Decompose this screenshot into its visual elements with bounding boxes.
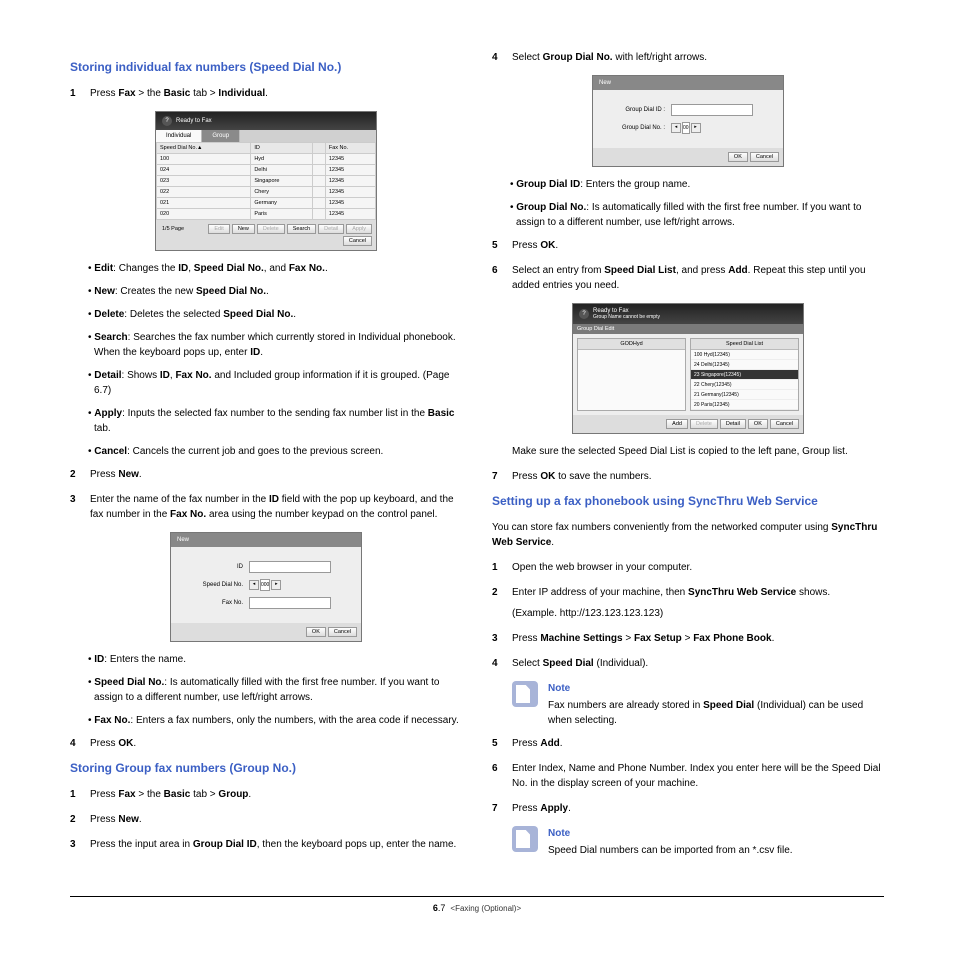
tab-individual: Individual — [156, 130, 202, 142]
delete-button: Delete — [257, 224, 285, 234]
step-text: Open the web browser in your computer. — [512, 560, 884, 575]
right-arrow-icon: ▸ — [271, 580, 281, 590]
table-row: 023Singapore12345 — [157, 176, 376, 187]
note-block: NoteSpeed Dial numbers can be imported f… — [512, 826, 884, 858]
bullet-list: Edit: Changes the ID, Speed Dial No., an… — [88, 261, 462, 459]
cancel-button: Cancel — [770, 419, 799, 429]
help-icon: ? — [162, 116, 172, 126]
step-text: Press the input area in Group Dial ID, t… — [90, 837, 462, 852]
list-item: 100 Hyd(12345) — [691, 350, 798, 360]
screenshot-speed-dial-table: ?Ready to Fax Individual Group Speed Dia… — [155, 111, 377, 251]
list-item: 24 Delhi(12345) — [691, 360, 798, 370]
list-item: 22 Chery(12345) — [691, 380, 798, 390]
cancel-button: Cancel — [328, 627, 357, 637]
apply-button: Apply — [346, 224, 372, 234]
step-number: 2 — [492, 585, 512, 621]
detail-button: Detail — [318, 224, 344, 234]
step-number: 7 — [492, 801, 512, 816]
table-row: 021Germany12345 — [157, 198, 376, 209]
step-text: Press New. — [90, 467, 462, 482]
step-text: Press OK. — [90, 736, 462, 751]
step-text: Press Add. — [512, 736, 884, 751]
step-text: Press New. — [90, 812, 462, 827]
group-list-pane: GODHyd — [577, 338, 686, 411]
detail-button: Detail — [720, 419, 746, 429]
step-note: Make sure the selected Speed Dial List i… — [512, 444, 884, 459]
group-id-input — [671, 104, 753, 116]
step-text: Press Machine Settings > Fax Setup > Fax… — [512, 631, 884, 646]
table-row: 020Paris12345 — [157, 209, 376, 220]
delete-button: Delete — [690, 419, 718, 429]
step-number: 3 — [492, 631, 512, 646]
left-arrow-icon: ◂ — [671, 123, 681, 133]
table-row: 100Hyd12345 — [157, 154, 376, 165]
list-item: 21 Germany(12345) — [691, 390, 798, 400]
note-block: NoteFax numbers are already stored in Sp… — [512, 681, 884, 728]
step-number: 2 — [70, 467, 90, 482]
step-number: 2 — [70, 812, 90, 827]
note-icon — [512, 681, 538, 707]
step-text: Select Speed Dial (Individual). — [512, 656, 884, 671]
new-button: New — [232, 224, 255, 234]
screenshot-group-new: New Group Dial ID : Group Dial No. : ◂00… — [592, 75, 784, 167]
page-footer: 6.7 <Faxing (Optional)> — [70, 896, 884, 913]
step-text: Press OK to save the numbers. — [512, 469, 884, 484]
step-number: 7 — [492, 469, 512, 484]
screenshot-group-edit: ? Ready to FaxGroup Name cannot be empty… — [572, 303, 804, 434]
ok-button: OK — [306, 627, 326, 637]
screenshot-new-entry: New ID Speed Dial No. ◂000▸ Fax No. OKCa… — [170, 532, 362, 642]
step-text: Select Group Dial No. with left/right ar… — [512, 50, 884, 65]
step-number: 1 — [70, 787, 90, 802]
heading-speed-dial: Storing individual fax numbers (Speed Di… — [70, 60, 462, 74]
step-number: 1 — [492, 560, 512, 575]
faxno-input — [249, 597, 331, 609]
cancel-button: Cancel — [343, 236, 372, 246]
left-arrow-icon: ◂ — [249, 580, 259, 590]
step-text: Press Fax > the Basic tab > Group. — [90, 787, 462, 802]
step-number: 3 — [70, 837, 90, 852]
intro-text: You can store fax numbers conveniently f… — [492, 520, 884, 550]
help-icon: ? — [579, 309, 589, 319]
step-text: Press OK. — [512, 238, 884, 253]
id-input — [249, 561, 331, 573]
step-text: Enter IP address of your machine, then S… — [512, 585, 884, 621]
step-text: Press Fax > the Basic tab > Individual. — [90, 86, 462, 101]
bullet-list: ID: Enters the name. Speed Dial No.: Is … — [88, 652, 462, 728]
step-number: 4 — [70, 736, 90, 751]
step-number: 3 — [70, 492, 90, 522]
step-number: 5 — [492, 736, 512, 751]
speed-dial-table: Speed Dial No.▲IDFax No. 100Hyd12345 024… — [156, 142, 376, 220]
ok-button: OK — [728, 152, 748, 162]
step-number: 5 — [492, 238, 512, 253]
heading-syncthru: Setting up a fax phonebook using SyncThr… — [492, 494, 884, 508]
table-row: 024Delhi12345 — [157, 165, 376, 176]
step-number: 1 — [70, 86, 90, 101]
table-row: 022Chery12345 — [157, 187, 376, 198]
step-number: 6 — [492, 263, 512, 293]
speed-dial-list-pane: Speed Dial List 100 Hyd(12345) 24 Delhi(… — [690, 338, 799, 411]
step-text: Enter Index, Name and Phone Number. Inde… — [512, 761, 884, 791]
note-icon — [512, 826, 538, 852]
ok-button: OK — [748, 419, 768, 429]
tab-group: Group — [202, 130, 240, 142]
search-button: Search — [287, 224, 316, 234]
step-text: Press Apply. — [512, 801, 884, 816]
step-text: Select an entry from Speed Dial List, an… — [512, 263, 884, 293]
step-number: 4 — [492, 656, 512, 671]
bullet-list: Group Dial ID: Enters the group name. Gr… — [510, 177, 884, 230]
add-button: Add — [666, 419, 688, 429]
list-item: 20 Paris(12345) — [691, 400, 798, 410]
step-number: 6 — [492, 761, 512, 791]
step-text: Enter the name of the fax number in the … — [90, 492, 462, 522]
right-arrow-icon: ▸ — [691, 123, 701, 133]
cancel-button: Cancel — [750, 152, 779, 162]
edit-button: Edit — [208, 224, 229, 234]
list-item: 23 Singapore(12345) — [691, 370, 798, 380]
heading-group-dial: Storing Group fax numbers (Group No.) — [70, 761, 462, 775]
step-number: 4 — [492, 50, 512, 65]
